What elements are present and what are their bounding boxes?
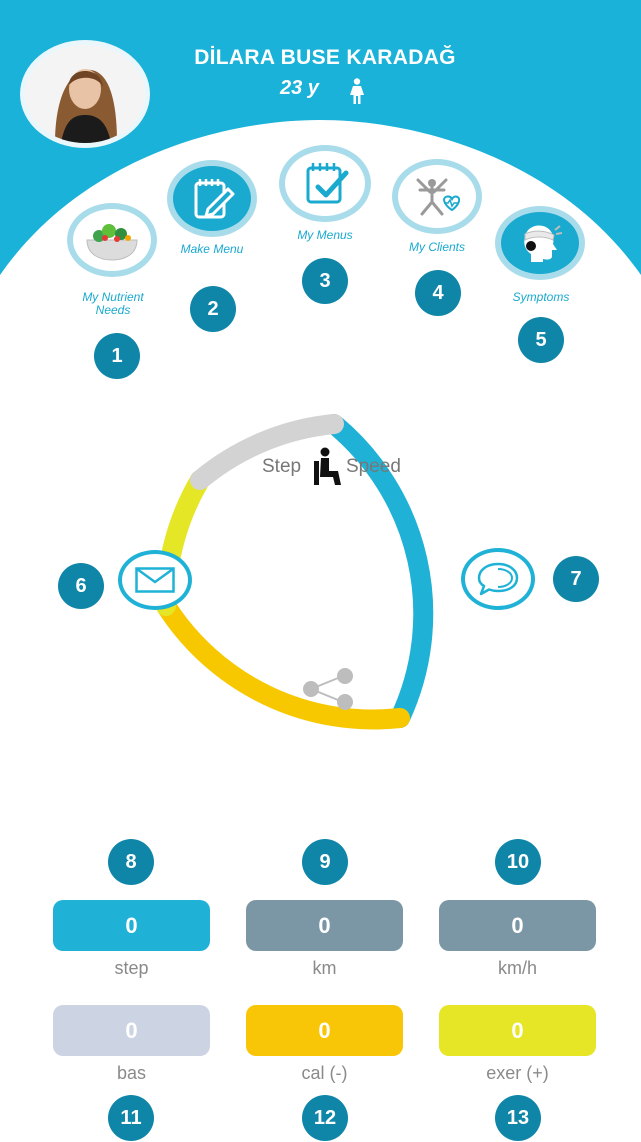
- share-icon[interactable]: [297, 668, 361, 710]
- stat-exer-value: 0: [439, 1005, 596, 1056]
- ring-mode-step[interactable]: Step: [262, 456, 301, 478]
- badge-11: 11: [108, 1095, 154, 1141]
- badge-12: 12: [302, 1095, 348, 1141]
- stat-bas-label: bas: [116, 1063, 147, 1083]
- stat-kmh-value: 0: [439, 900, 596, 951]
- badge-6: 6: [58, 563, 104, 609]
- ring-segment-orange: [156, 596, 410, 730]
- chat-bubble-icon: [477, 562, 519, 596]
- badge-9: 9: [302, 839, 348, 885]
- badge-8: 8: [108, 839, 154, 885]
- stat-cal-label: cal (-): [301, 1063, 348, 1083]
- badge-13: 13: [495, 1095, 541, 1141]
- ring-mode-speed[interactable]: Speed: [346, 456, 401, 478]
- badge-7: 7: [553, 556, 599, 602]
- seated-person-icon[interactable]: [310, 447, 344, 487]
- stat-km-value: 0: [246, 900, 403, 951]
- badge-10: 10: [495, 839, 541, 885]
- chat-button[interactable]: [461, 548, 535, 610]
- stat-bas-value: 0: [53, 1005, 210, 1056]
- mail-button[interactable]: [118, 550, 192, 610]
- stat-exer-label: exer (+): [486, 1063, 549, 1083]
- stat-cal-value: 0: [246, 1005, 403, 1056]
- mail-icon: [135, 567, 175, 593]
- stat-km-label: km: [312, 958, 337, 978]
- stat-kmh-label: km/h: [497, 958, 537, 978]
- stat-step-label: step: [114, 958, 149, 978]
- stat-step-value: 0: [53, 900, 210, 951]
